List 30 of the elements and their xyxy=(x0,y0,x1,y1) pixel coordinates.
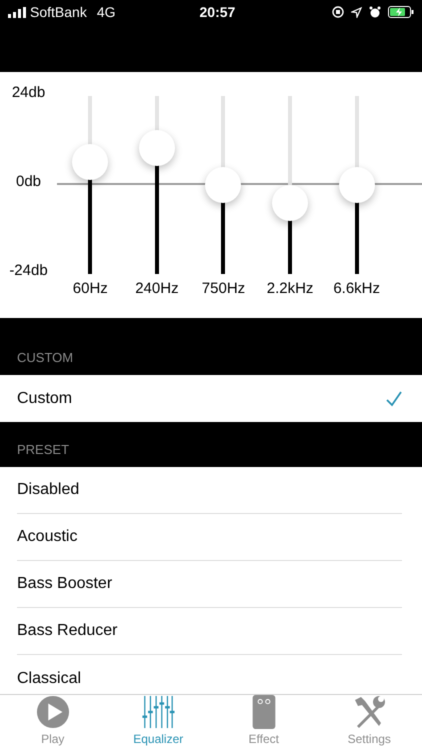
item-label: Classical xyxy=(17,668,82,688)
carrier-name: SoftBank xyxy=(30,2,87,22)
section-header: PRESET xyxy=(17,440,70,458)
item-label: Acoustic xyxy=(17,527,78,547)
item-label: Custom xyxy=(17,388,74,408)
slider-thumb[interactable] xyxy=(272,184,308,221)
clock-time: 20:57 xyxy=(200,2,236,22)
frequency-label: 240Hz xyxy=(135,279,179,299)
frequency-label: 6.6kHz xyxy=(333,279,380,299)
slider-thumb[interactable] xyxy=(338,167,375,203)
db-scale-label: 0db xyxy=(16,172,42,192)
frequency-label: 750Hz xyxy=(202,279,246,299)
db-scale-label: 24db xyxy=(12,83,46,103)
battery-icon xyxy=(388,6,414,18)
frequency-label: 60Hz xyxy=(72,279,108,299)
equalizer-icon xyxy=(140,695,176,729)
slider-thumb[interactable] xyxy=(138,130,175,166)
section-header: CUSTOM xyxy=(17,348,74,366)
db-scale-label: -24db xyxy=(9,260,48,280)
alarm-clock-icon xyxy=(369,6,381,18)
item-label: Bass Reducer xyxy=(17,621,118,641)
location-arrow-icon xyxy=(351,6,362,18)
slider-thumb[interactable] xyxy=(205,167,242,203)
slider-thumb[interactable] xyxy=(72,144,108,180)
item-label: Disabled xyxy=(17,480,80,500)
rotation-lock-icon xyxy=(332,6,344,18)
frequency-label: 2.2kHz xyxy=(266,279,314,299)
item-label: Bass Booster xyxy=(17,574,114,594)
network-type: 4G xyxy=(96,2,116,22)
signal-icon xyxy=(8,6,26,18)
